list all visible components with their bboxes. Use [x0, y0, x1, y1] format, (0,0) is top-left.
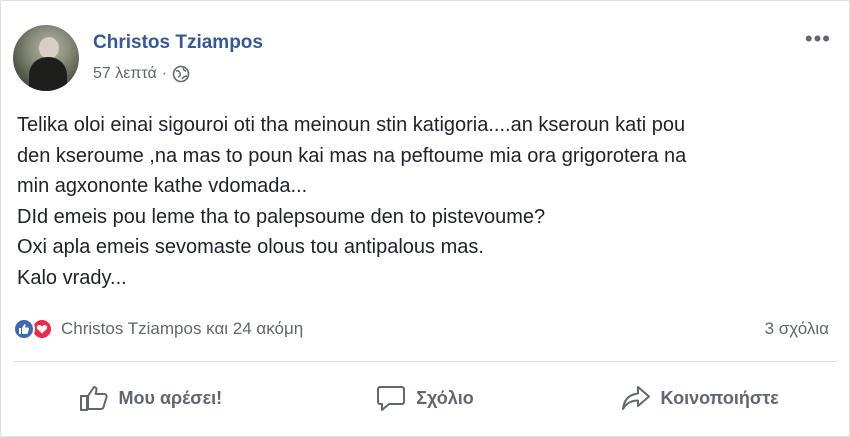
post-meta: 57 λεπτά · — [93, 65, 190, 83]
globe-icon[interactable] — [172, 65, 190, 83]
post-text-line: den kseroume ,na mas to poun kai mas na … — [17, 144, 687, 167]
share-button[interactable]: Κοινοποιήστε — [562, 363, 837, 433]
like-button[interactable]: Μου αρέσει! — [13, 363, 288, 433]
share-icon — [621, 386, 650, 410]
action-bar: Μου αρέσει! Σχόλιο Κοινοποιήστε — [13, 363, 837, 433]
like-button-label: Μου αρέσει! — [118, 387, 223, 408]
post-text-line: DId emeis pou leme tha to palepsoume den… — [17, 205, 546, 228]
post-card: Christos Tziampos 57 λεπτά · ••• Telika … — [0, 0, 850, 437]
reactions-bar[interactable]: Christos Tziampos και 24 ακόμη — [13, 318, 303, 340]
avatar-body — [29, 57, 67, 91]
post-text-line: Telika oloi einai sigouroi oti tha meino… — [17, 114, 686, 136]
author-name[interactable]: Christos Tziampos — [93, 32, 263, 54]
comment-button[interactable]: Σχόλιο — [288, 363, 563, 433]
comment-icon — [377, 386, 406, 411]
more-options-icon[interactable]: ••• — [805, 28, 831, 50]
meta-separator: · — [161, 65, 168, 82]
avatar-face — [39, 37, 59, 59]
post-text-line: Kalo vrady... — [17, 266, 127, 289]
share-button-label: Κοινοποιήστε — [660, 387, 779, 408]
post-text: Telika oloi einai sigouroi oti tha meino… — [17, 110, 837, 293]
comments-count[interactable]: 3 σχόλια — [765, 319, 829, 339]
divider — [13, 361, 837, 362]
reactions-summary[interactable]: Christos Tziampos και 24 ακόμη — [61, 319, 303, 339]
comment-button-label: Σχόλιο — [416, 387, 474, 408]
like-icon — [13, 318, 35, 340]
post-text-line: min agxononte kathe vdomada... — [17, 175, 308, 197]
post-time[interactable]: 57 λεπτά — [93, 65, 157, 83]
thumbs-up-icon — [79, 386, 108, 411]
reaction-icons — [13, 318, 53, 340]
avatar[interactable] — [13, 25, 79, 91]
post-text-line: Oxi apla emeis sevomaste olous tou antip… — [17, 236, 484, 258]
